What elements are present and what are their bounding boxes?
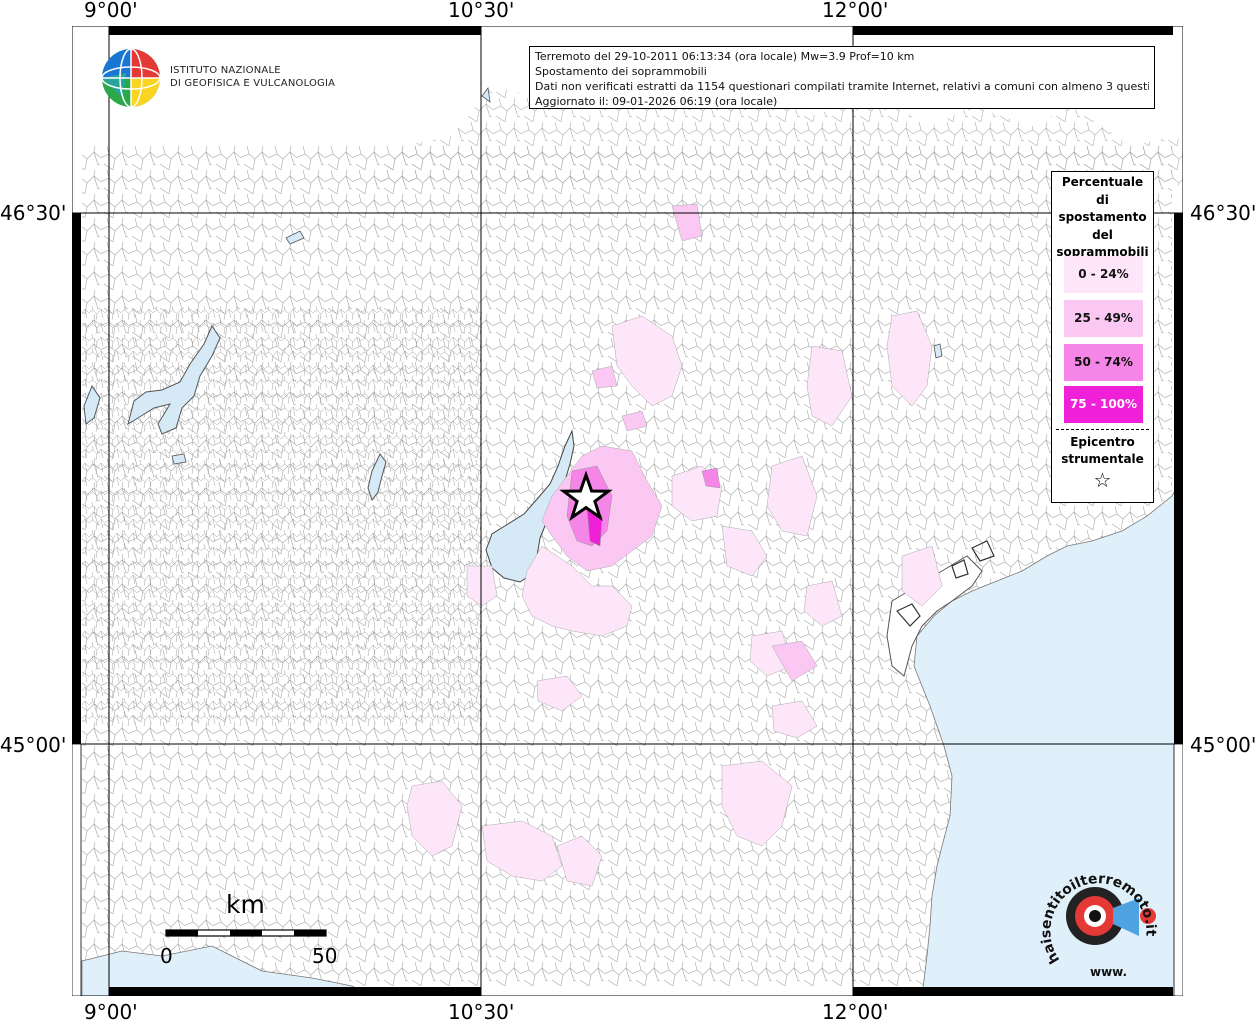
legend-title-line: Percentuale [1061, 175, 1144, 189]
scale-bar [165, 929, 327, 937]
lat-label-right-46-30: 46°30' [1190, 201, 1255, 225]
lat-label-right-45: 45°00' [1190, 733, 1255, 757]
lon-label-top-9: 9°00' [84, 0, 138, 22]
lat-label-left-45: 45°00' [0, 733, 67, 757]
legend-epicenter-line: Epicentro [1070, 435, 1135, 449]
ingv-logo [101, 48, 161, 108]
legend-separator [1056, 429, 1149, 430]
ingv-logo-text: ISTITUTO NAZIONALE DI GEOFISICA E VULCAN… [170, 64, 335, 90]
municipality-boundaries-dense [82, 306, 482, 726]
lon-label-top-10-30: 10°30' [448, 0, 515, 22]
legend-epicenter-label: Epicentro strumentale [1052, 434, 1153, 468]
earthquake-info-box: Terremoto del 29-10-2011 06:13:34 (ora l… [529, 46, 1155, 109]
svg-text:haisentitoilterremoto.it: haisentitoilterremoto.it [1038, 871, 1158, 966]
legend-title-line: del [1092, 227, 1113, 242]
info-updated: Aggiornato il: 09-01-2026 06:19 (ora loc… [535, 95, 778, 108]
legend-epicenter-line: strumentale [1061, 452, 1144, 466]
legend-item-0-24: 0 - 24% [1064, 256, 1143, 293]
legend-title-line: di [1096, 192, 1109, 207]
lon-label-top-12: 12°00' [822, 0, 889, 22]
brand-text: haisentitoilterremoto.it [1038, 871, 1158, 966]
legend-item-25-49: 25 - 49% [1064, 300, 1143, 337]
lon-label-bottom-9: 9°00' [84, 1000, 138, 1024]
info-source-note: Dati non verificati estratti da 1154 que… [535, 80, 1149, 93]
scale-max: 50 [312, 944, 338, 968]
lon-label-bottom-10-30: 10°30' [448, 1000, 515, 1024]
lon-label-bottom-12: 12°00' [822, 1000, 889, 1024]
legend: Percentuale di spostamento del soprammob… [1051, 171, 1154, 503]
legend-title-line: spostamento [1058, 210, 1147, 224]
ingv-name-line1: ISTITUTO NAZIONALE [170, 65, 281, 76]
scale-unit: km [226, 890, 265, 919]
scale-min: 0 [160, 944, 173, 968]
legend-item-50-74: 50 - 74% [1064, 344, 1143, 381]
legend-star-icon: ☆ [1093, 468, 1112, 492]
legend-title: Percentuale di spostamento del soprammob… [1052, 174, 1153, 262]
legend-item-75-100: 75 - 100% [1064, 386, 1143, 423]
brand-prefix: www. [1090, 965, 1127, 979]
info-subtitle: Spostamento dei soprammobili [535, 65, 707, 78]
haisentito-brand-text: haisentitoilterremoto.it www. [1038, 871, 1158, 979]
info-title: Terremoto del 29-10-2011 06:13:34 (ora l… [535, 50, 915, 63]
ingv-name-line2: DI GEOFISICA E VULCANOLOGIA [170, 78, 336, 89]
lat-label-left-46-30: 46°30' [0, 201, 67, 225]
intensity-map[interactable] [72, 26, 1183, 996]
